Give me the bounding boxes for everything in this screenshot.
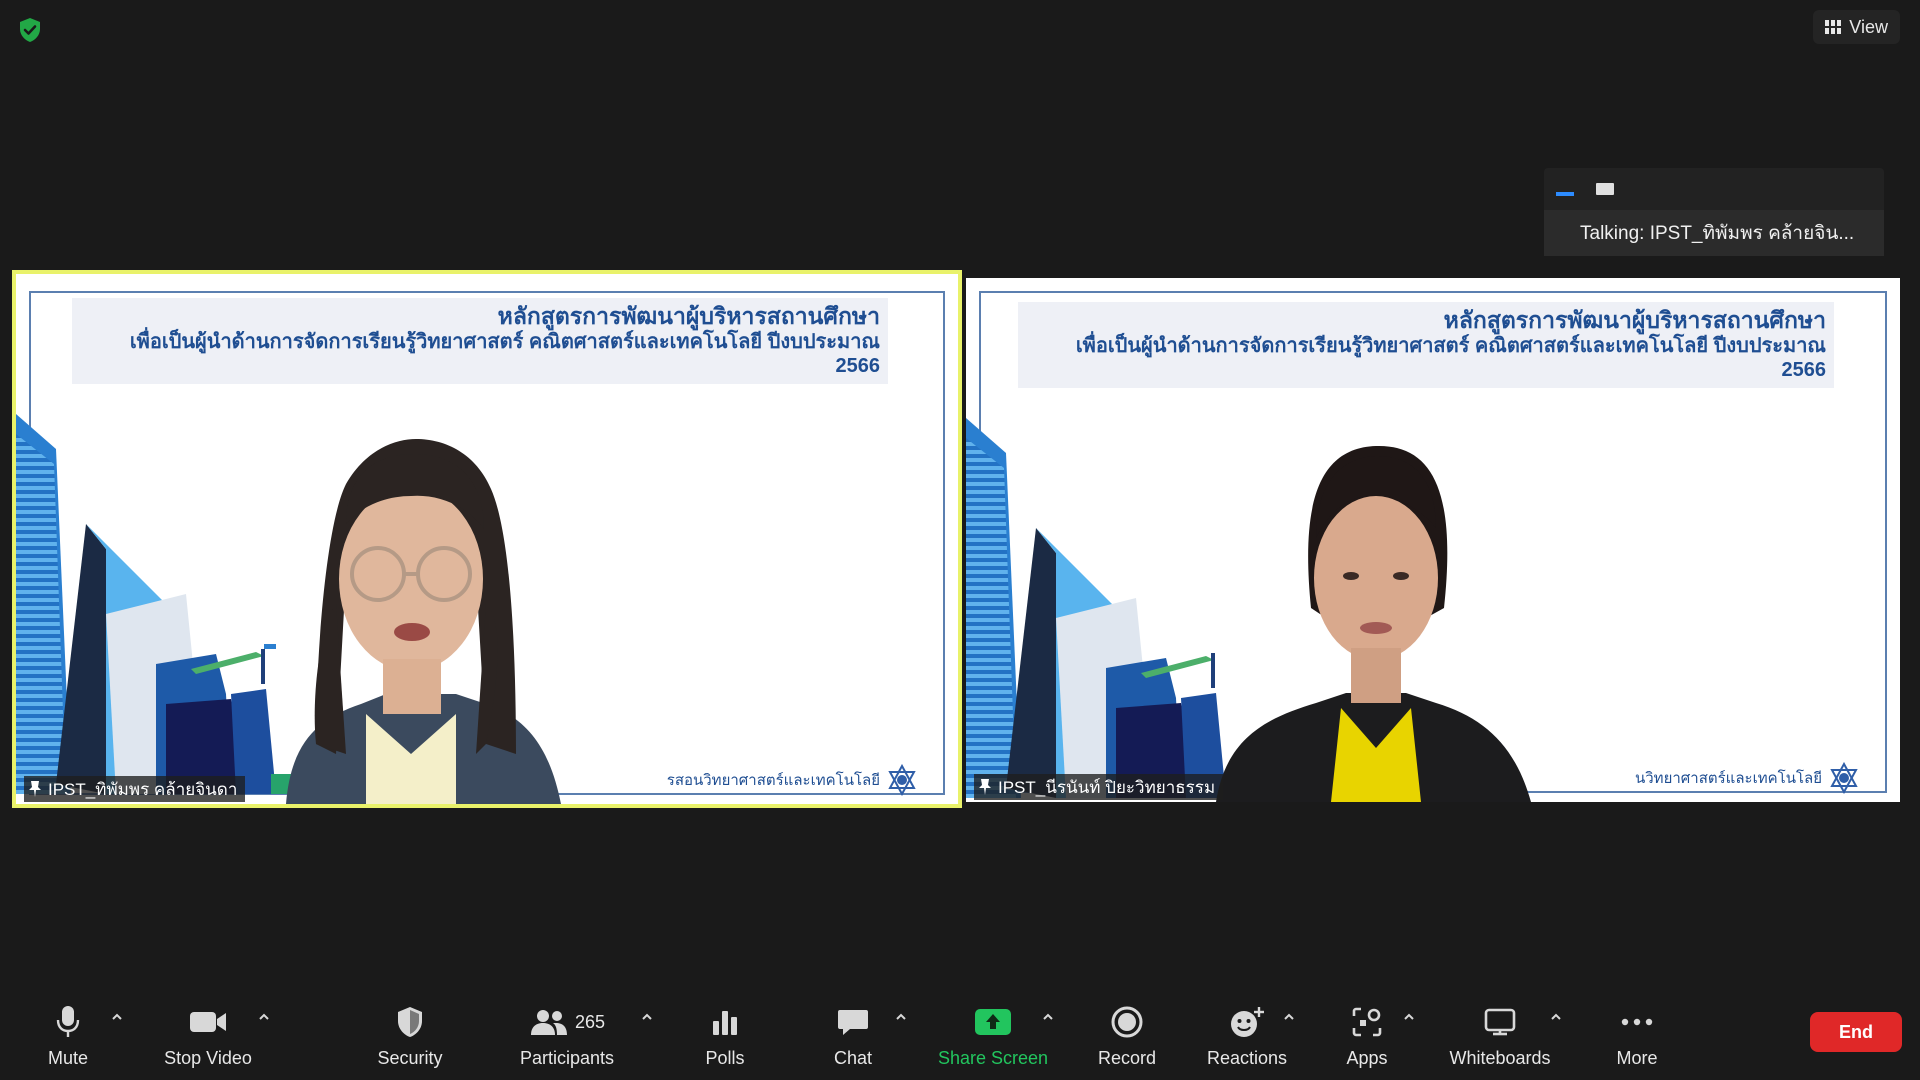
record-icon (1111, 1006, 1143, 1038)
share-screen-button[interactable]: Share Screen (932, 992, 1054, 1080)
view-label: View (1849, 16, 1888, 37)
polls-button[interactable]: Polls (700, 992, 750, 1080)
whiteboards-options-chevron-icon[interactable] (1549, 1010, 1563, 1024)
participant-name: IPST_ทิพัมพร คล้ายจินดา (48, 779, 238, 799)
video-tile-2[interactable]: หลักสูตรการพัฒนาผู้บริหารสถานศึกษา เพื่อ… (966, 278, 1900, 802)
reactions-smiley-icon (1231, 1007, 1264, 1037)
participants-icon (530, 1010, 567, 1035)
slide-title-banner: หลักสูตรการพัฒนาผู้บริหารสถานศึกษา เพื่อ… (72, 298, 888, 384)
participants-options-chevron-icon[interactable] (640, 1010, 654, 1024)
polls-label: Polls (705, 1048, 745, 1068)
minimize-icon[interactable] (1556, 192, 1574, 196)
participants-button[interactable]: 265 Participants (512, 992, 622, 1080)
reactions-options-chevron-icon[interactable] (1282, 1010, 1296, 1024)
audio-options-chevron-icon[interactable] (110, 1010, 124, 1024)
slide-footer-text: รสอนวิทยาศาสตร์และเทคโนโลยี (666, 772, 880, 789)
share-options-chevron-icon[interactable] (1041, 1010, 1055, 1024)
mute-label: Mute (47, 1048, 89, 1068)
slide-title-line1: หลักสูตรการพัฒนาผู้บริหารสถานศึกษา (1443, 307, 1826, 333)
reactions-button[interactable]: Reactions (1204, 992, 1290, 1080)
pin-icon (29, 781, 41, 797)
participant-name-tag: IPST_ทิพัมพร คล้ายจินดา (24, 776, 246, 802)
gallery-view-icon[interactable] (1676, 179, 1696, 199)
participant-name-tag: IPST_นีรนันท์ ปิยะวิทยาธรรม (974, 774, 1224, 800)
share-screen-icon (975, 1009, 1011, 1035)
whiteboards-label: Whiteboards (1449, 1048, 1551, 1068)
institute-logo-icon (1830, 762, 1858, 794)
view-grid-icon (1825, 20, 1842, 34)
end-meeting-button[interactable]: End (1810, 1012, 1902, 1052)
slide-title-line2: เพื่อเป็นผู้นำด้านการจัดการเรียนรู้วิทยา… (1075, 335, 1826, 381)
mute-button[interactable]: Mute (38, 992, 98, 1080)
meeting-window: View Talking: IPST_ทิพัมพร คล้ายจิน... ห… (0, 0, 1920, 1080)
more-dots-icon (1621, 1018, 1653, 1026)
participant-name: IPST_นีรนันท์ ปิยะวิทยาธรรม (998, 777, 1216, 797)
stop-video-label: Stop Video (164, 1048, 252, 1068)
speaker-view-icon[interactable] (1596, 183, 1614, 195)
video-options-chevron-icon[interactable] (257, 1010, 271, 1024)
more-label: More (1616, 1048, 1658, 1068)
apps-icon (1352, 1007, 1382, 1037)
slide-title-banner: หลักสูตรการพัฒนาผู้บริหารสถานศึกษา เพื่อ… (1018, 302, 1834, 388)
speaker-panel: Talking: IPST_ทิพัมพร คล้ายจิน... (1544, 168, 1884, 256)
view-button[interactable]: View (1813, 10, 1900, 44)
security-button[interactable]: Security (370, 992, 450, 1080)
apps-label: Apps (1346, 1048, 1388, 1068)
talking-indicator: Talking: IPST_ทิพัมพร คล้ายจิน... (1544, 210, 1884, 256)
institute-logo-icon (888, 764, 916, 796)
reactions-label: Reactions (1206, 1048, 1288, 1068)
chat-button[interactable]: Chat (828, 992, 878, 1080)
slide-footer-text: นวิทยาศาสตร์และเทคโนโลยี (1635, 770, 1822, 787)
polls-chart-icon (713, 1011, 737, 1035)
video-tile-1[interactable]: หลักสูตรการพัฒนาผู้บริหารสถานศึกษา เพื่อ… (12, 270, 962, 808)
participants-label: Participants (519, 1048, 615, 1068)
slide-title-line1: หลักสูตรการพัฒนาผู้บริหารสถานศึกษา (497, 303, 880, 329)
encryption-shield-icon[interactable] (14, 14, 46, 46)
whiteboard-icon (1484, 1008, 1516, 1036)
chat-label: Chat (833, 1048, 873, 1068)
chat-bubble-icon (838, 1010, 868, 1035)
whiteboards-button[interactable]: Whiteboards (1446, 992, 1554, 1080)
strip-view-icon[interactable] (1636, 181, 1654, 197)
pin-icon (979, 779, 991, 795)
chat-options-chevron-icon[interactable] (894, 1010, 908, 1024)
video-camera-icon (190, 1012, 226, 1032)
stop-video-button[interactable]: Stop Video (160, 992, 256, 1080)
record-button[interactable]: Record (1092, 992, 1162, 1080)
security-label: Security (377, 1048, 443, 1068)
slide-title-line2: เพื่อเป็นผู้นำด้านการจัดการเรียนรู้วิทยา… (129, 331, 880, 377)
apps-button[interactable]: Apps (1342, 992, 1392, 1080)
more-button[interactable]: More (1612, 992, 1662, 1080)
apps-options-chevron-icon[interactable] (1402, 1010, 1416, 1024)
record-label: Record (1097, 1048, 1157, 1068)
microphone-icon (56, 1006, 80, 1037)
security-shield-icon (398, 1007, 422, 1037)
share-screen-label: Share Screen (937, 1048, 1049, 1068)
participants-count: 265 (574, 1011, 606, 1032)
panel-layout-controls (1544, 168, 1884, 210)
meeting-toolbar: Mute Stop Video Security 265 Participant… (0, 992, 1920, 1080)
